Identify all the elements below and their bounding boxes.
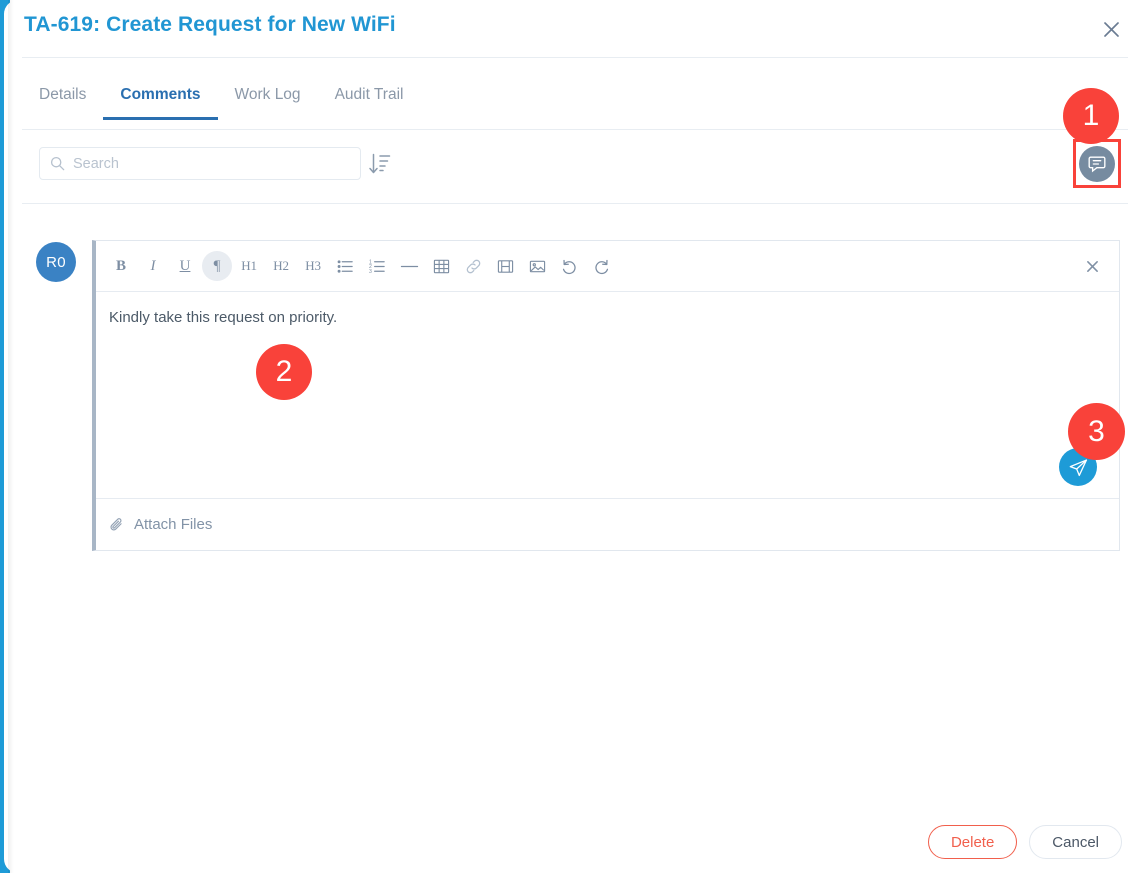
tab-bar: Details Comments Work Log Audit Trail	[22, 86, 420, 120]
heading-3-button[interactable]: H3	[298, 251, 328, 281]
tab-comments[interactable]: Comments	[103, 86, 218, 120]
underline-button[interactable]: U	[170, 251, 200, 281]
tab-audit-trail[interactable]: Audit Trail	[318, 86, 421, 120]
italic-button[interactable]: I	[138, 251, 168, 281]
header-divider	[22, 57, 1128, 58]
cancel-button[interactable]: Cancel	[1029, 825, 1122, 859]
tabs-divider	[22, 129, 1128, 130]
editor-toolbar: B I U ¶ H1 H2 H3 1 2 3	[96, 241, 1119, 292]
editor-footer: Attach Files	[96, 498, 1119, 550]
comments-modal: TA-619: Create Request for New WiFi Deta…	[0, 0, 1140, 873]
search-divider	[22, 203, 1128, 204]
footer-button-group: Delete Cancel	[927, 825, 1122, 859]
annotation-marker-1: 1	[1063, 88, 1119, 144]
modal-left-edge-shadow	[8, 0, 14, 873]
svg-text:3: 3	[369, 268, 372, 274]
tab-work-log[interactable]: Work Log	[218, 86, 318, 120]
link-button[interactable]	[458, 251, 488, 281]
delete-button[interactable]: Delete	[927, 825, 1018, 859]
search-icon	[50, 156, 65, 171]
avatar: R0	[36, 242, 76, 282]
comment-editor: B I U ¶ H1 H2 H3 1 2 3 Kindly take this …	[92, 240, 1120, 551]
paperclip-icon[interactable]	[109, 517, 125, 533]
annotation-highlight-box-1	[1073, 139, 1121, 188]
redo-button[interactable]	[586, 251, 616, 281]
search-input[interactable]	[73, 155, 350, 172]
video-button[interactable]	[490, 251, 520, 281]
comment-text-area[interactable]: Kindly take this request on priority.	[96, 292, 1119, 498]
table-button[interactable]	[426, 251, 456, 281]
bold-button[interactable]: B	[106, 251, 136, 281]
heading-2-button[interactable]: H2	[266, 251, 296, 281]
image-button[interactable]	[522, 251, 552, 281]
close-icon[interactable]	[1094, 12, 1128, 46]
tab-details[interactable]: Details	[22, 86, 103, 120]
undo-button[interactable]	[554, 251, 584, 281]
numbered-list-button[interactable]: 1 2 3	[362, 251, 392, 281]
search-box[interactable]	[39, 147, 361, 180]
annotation-marker-3: 3	[1068, 403, 1125, 460]
comment-text: Kindly take this request on priority.	[109, 309, 338, 326]
attach-files-label[interactable]: Attach Files	[134, 516, 212, 533]
annotation-marker-2: 2	[256, 344, 312, 400]
horizontal-rule-button[interactable]	[394, 251, 424, 281]
page-title: TA-619: Create Request for New WiFi	[24, 13, 396, 36]
heading-1-button[interactable]: H1	[234, 251, 264, 281]
sort-descending-icon[interactable]	[368, 151, 392, 177]
bullet-list-button[interactable]	[330, 251, 360, 281]
paragraph-button[interactable]: ¶	[202, 251, 232, 281]
editor-close-icon[interactable]	[1079, 253, 1105, 279]
